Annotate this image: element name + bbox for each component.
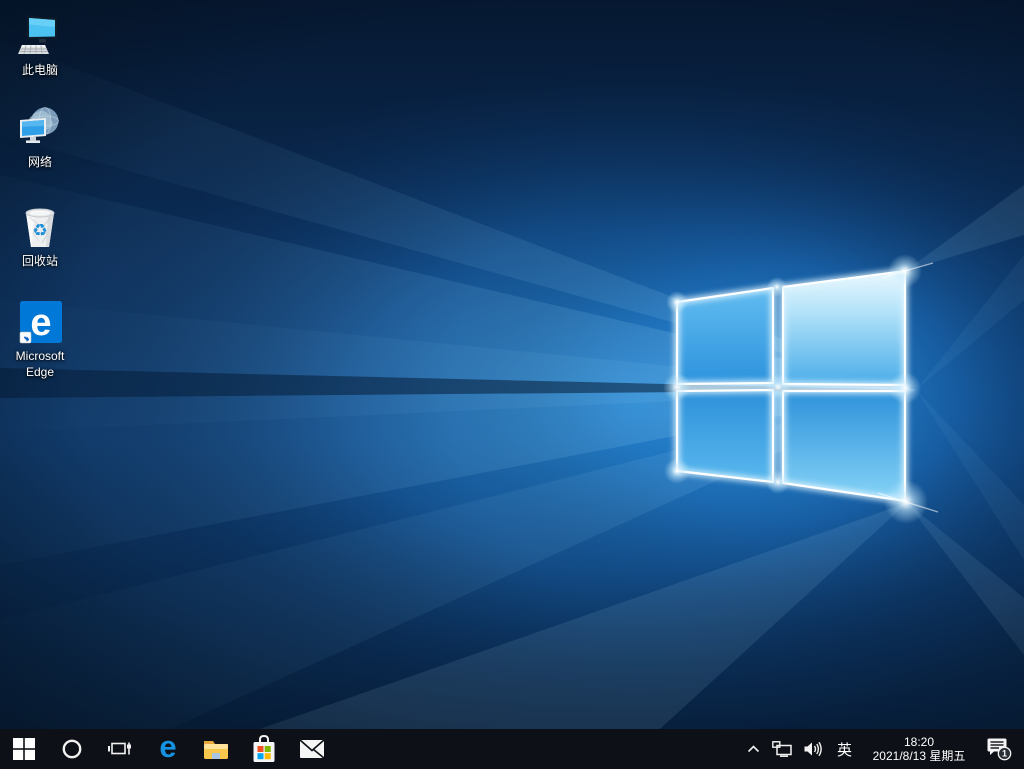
edge-icon: e (19, 301, 62, 344)
mail-icon (299, 739, 325, 759)
show-hidden-icons-button[interactable] (741, 729, 766, 769)
taskbar-microsoft-store-button[interactable] (240, 729, 288, 769)
desktop-icon-label: 网络 (27, 155, 52, 169)
shortcut-arrow-overlay (19, 331, 32, 344)
file-explorer-icon (204, 741, 228, 759)
edge-icon: e (159, 729, 177, 764)
chevron-up-icon (747, 745, 760, 753)
cortana-circle-icon (62, 739, 82, 759)
taskbar-microsoft-edge-button[interactable]: e (144, 729, 192, 769)
volume-icon (804, 741, 822, 757)
cortana-search-button[interactable] (48, 729, 96, 769)
desktop: 此电脑 网络 ♻ 回收站 e Microsoft Edge (0, 0, 1024, 729)
volume-tray-button[interactable] (798, 729, 829, 769)
clock-date: 2021/8/13 星期五 (872, 749, 966, 763)
clock-time: 18:20 (903, 735, 935, 749)
network-tray-button[interactable] (766, 729, 798, 769)
start-button[interactable] (0, 729, 48, 769)
desktop-icon-recycle-bin[interactable]: ♻ 回收站 (2, 203, 78, 270)
desktop-icon-label: 此电脑 (21, 63, 58, 77)
desktop-icon-this-pc[interactable]: 此电脑 (2, 12, 78, 79)
network-wired-icon (772, 741, 792, 757)
this-pc-icon (18, 16, 57, 54)
desktop-icon-microsoft-edge[interactable]: e Microsoft Edge (2, 298, 78, 380)
desktop-icon-network[interactable]: 网络 (2, 104, 78, 171)
task-view-button[interactable] (96, 729, 144, 769)
taskbar-file-explorer-button[interactable] (192, 729, 240, 769)
desktop-icon-label: 回收站 (21, 254, 58, 268)
recycle-bin-icon: ♻ (25, 208, 55, 247)
svg-text:1: 1 (1002, 749, 1007, 759)
taskbar-clock[interactable]: 18:20 2021/8/13 星期五 (860, 729, 978, 769)
notification-badge: 1 (997, 746, 1012, 761)
taskbar: e 英 18:20 2021/8/13 星期五 1 (0, 729, 1024, 769)
taskbar-mail-button[interactable] (288, 729, 336, 769)
microsoft-store-icon (253, 735, 275, 762)
svg-text:♻: ♻ (32, 221, 47, 241)
system-tray: 英 18:20 2021/8/13 星期五 1 (741, 729, 1024, 769)
desktop-icon-label: Microsoft Edge (15, 349, 65, 379)
network-icon (20, 107, 59, 143)
task-view-icon (108, 742, 131, 755)
windows-logo-icon (13, 738, 35, 760)
ime-language-indicator[interactable]: 英 (829, 729, 860, 769)
svg-text:e: e (30, 302, 51, 344)
action-center-button[interactable]: 1 (978, 729, 1024, 769)
action-center-icon: 1 (987, 738, 1012, 761)
wallpaper-windows-hero (0, 0, 1024, 729)
